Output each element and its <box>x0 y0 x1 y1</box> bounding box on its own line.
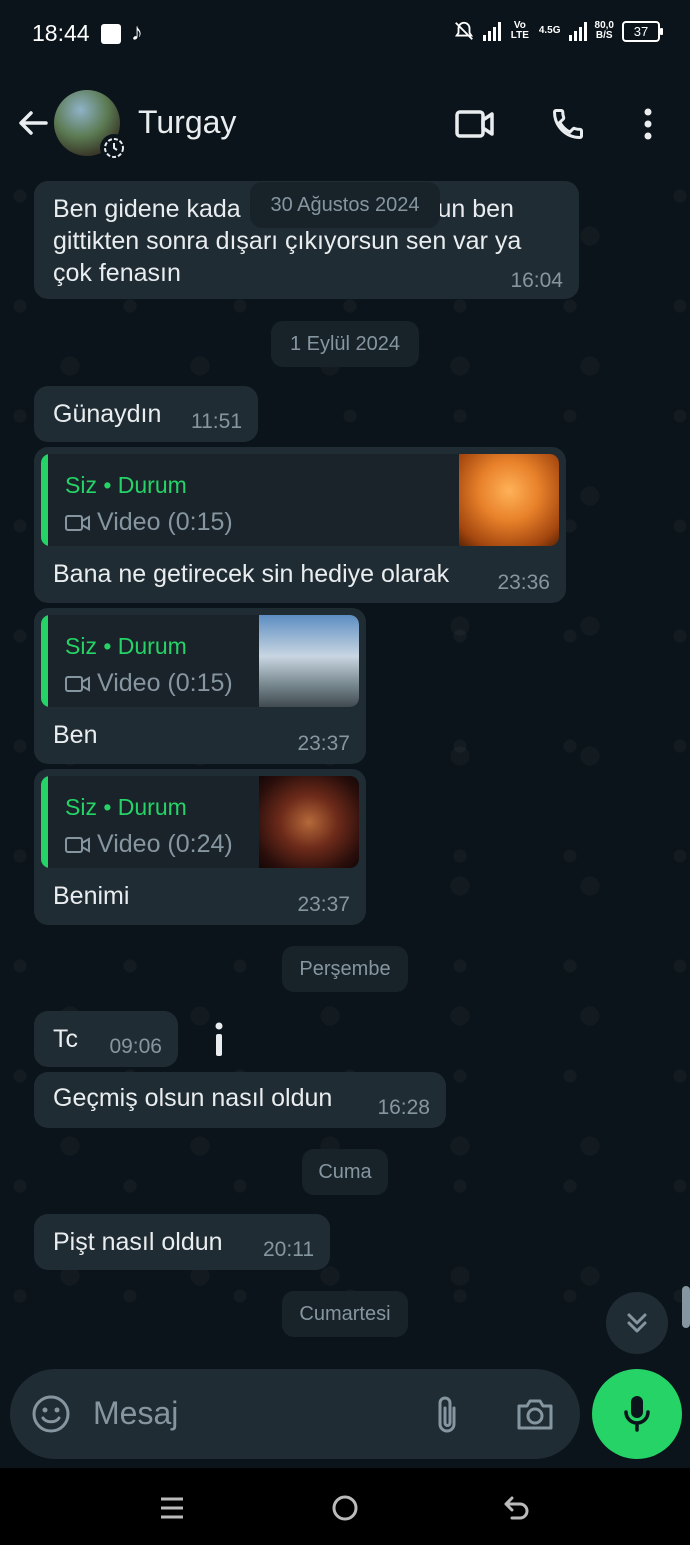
message-text: Günaydın <box>53 400 162 428</box>
scroll-down-icon <box>627 1313 647 1333</box>
emoji-button[interactable] <box>28 1391 74 1437</box>
quote-video: Video (0:15) <box>65 508 233 537</box>
status-bar: 18:44 ♪ Vo LTE 4.5G 80,0 B/S 37 <box>0 0 690 70</box>
message-text: Ben <box>53 721 98 749</box>
more-options-button[interactable] <box>628 104 668 144</box>
status-icons: Vo LTE 4.5G 80,0 B/S 37 <box>453 20 663 42</box>
mic-button[interactable] <box>592 1369 682 1459</box>
quote-video: Video (0:15) <box>65 669 233 698</box>
chat-header: Turgay <box>0 70 690 176</box>
quoted-status[interactable]: Siz • Durum Video (0:15) <box>41 615 359 707</box>
recents-button[interactable] <box>152 1488 192 1528</box>
message-text: Ben gidene kada <box>53 195 241 223</box>
message-time: 16:04 <box>510 269 563 292</box>
date-chip: 1 Eylül 2024 <box>271 321 419 367</box>
mute-bell-icon <box>454 21 473 40</box>
message-bubble[interactable]: Günaydın 11:51 <box>34 386 258 442</box>
message-time: 11:51 <box>191 410 242 433</box>
message-input[interactable]: Mesaj <box>93 1395 178 1432</box>
more-vert-icon <box>644 108 652 140</box>
info-icon <box>215 1022 223 1056</box>
battery-icon: 37 <box>622 20 663 42</box>
chat-area[interactable]: Ben gidene kada sun ben gittikten sonra … <box>0 176 690 1368</box>
message-time: 20:11 <box>263 1238 314 1261</box>
status-time: 18:44 <box>32 20 90 46</box>
message-text: Bana ne getirecek sin hediye olarak <box>53 560 450 588</box>
system-nav-bar <box>0 1468 690 1545</box>
back-nav-icon <box>504 1496 529 1520</box>
phone-icon <box>552 109 583 140</box>
quote-bar <box>41 615 48 707</box>
scrollbar[interactable] <box>682 1286 690 1328</box>
quote-video: Video (0:24) <box>65 830 233 859</box>
voice-call-button[interactable] <box>548 104 588 144</box>
quote-author: Siz • Durum <box>65 472 187 498</box>
nav-back-button[interactable] <box>497 1488 537 1528</box>
home-button[interactable] <box>325 1488 365 1528</box>
attach-button[interactable] <box>424 1391 470 1437</box>
back-button[interactable] <box>16 106 50 140</box>
video-call-icon <box>455 110 494 138</box>
net-label: Vo LTE <box>510 20 529 41</box>
home-nav-icon <box>332 1495 358 1521</box>
battery-level: 37 <box>633 23 649 39</box>
quote-bar <box>41 454 48 546</box>
quote-video-label: Video (0:15) <box>97 508 233 536</box>
message-text: Benimi <box>53 882 130 910</box>
message-text: Geçmiş olsun nasıl oldun <box>53 1084 333 1112</box>
quote-video-label: Video (0:24) <box>97 830 233 858</box>
message-time: 23:37 <box>297 893 350 916</box>
message-text: Tc <box>53 1025 78 1053</box>
camera-button[interactable] <box>512 1391 558 1437</box>
scroll-down-button[interactable] <box>606 1292 668 1354</box>
video-thumbnail <box>259 615 359 707</box>
message-text: Pişt nasıl oldun <box>53 1228 223 1256</box>
message-text-line3: çok fenasın <box>53 259 181 287</box>
quote-bar <box>41 776 48 868</box>
date-chip: Cumartesi <box>282 1291 408 1337</box>
message-time: 23:36 <box>497 571 550 594</box>
notification-icon <box>101 24 121 44</box>
attach-icon <box>438 1396 456 1433</box>
message-composer: Mesaj <box>10 1369 580 1459</box>
speed: 80,0 B/S <box>595 21 614 41</box>
message-time: 23:37 <box>297 732 350 755</box>
video-icon <box>65 836 90 853</box>
video-call-button[interactable] <box>455 104 495 144</box>
tiktok-icon: ♪ <box>131 19 143 46</box>
signal-icon <box>482 21 501 41</box>
message-bubble[interactable]: Geçmiş olsun nasıl oldun 16:28 <box>34 1072 446 1128</box>
quote-author: Siz • Durum <box>65 794 187 820</box>
contact-name[interactable]: Turgay <box>138 104 236 141</box>
speed-unit: B/S <box>595 30 613 41</box>
message-bubble[interactable]: Tc 09:06 <box>34 1011 178 1067</box>
disappearing-timer-icon <box>100 134 128 162</box>
message-time: 16:28 <box>377 1096 430 1119</box>
date-chip: Perşembe <box>282 946 408 992</box>
date-chip: Cuma <box>302 1149 388 1195</box>
quote-video-label: Video (0:15) <box>97 669 233 697</box>
menu-nav-icon <box>161 1497 183 1519</box>
video-thumbnail <box>259 776 359 868</box>
net-type: 4.5G <box>538 25 561 36</box>
quoted-status[interactable]: Siz • Durum Video (0:15) <box>41 454 559 546</box>
camera-icon <box>517 1399 553 1430</box>
quote-author: Siz • Durum <box>65 633 187 659</box>
video-thumbnail <box>459 454 559 546</box>
message-bubble[interactable]: Siz • Durum Video (0:15) Ben 23:37 <box>34 608 366 764</box>
message-text-line2: gittikten sonra dışarı çıkıyorsun sen va… <box>53 227 522 255</box>
date-chip: 30 Ağustos 2024 <box>250 182 440 228</box>
back-arrow-icon <box>19 111 48 135</box>
video-icon <box>65 675 90 692</box>
message-time: 09:06 <box>109 1035 162 1058</box>
message-bubble[interactable]: Siz • Durum Video (0:15) Bana ne getirec… <box>34 447 566 603</box>
signal-icon-2 <box>568 21 587 41</box>
emoji-icon <box>32 1395 70 1433</box>
video-icon <box>65 514 90 531</box>
quoted-status[interactable]: Siz • Durum Video (0:24) <box>41 776 359 868</box>
mic-icon <box>624 1396 650 1432</box>
message-bubble[interactable]: Siz • Durum Video (0:24) Benimi 23:37 <box>34 769 366 925</box>
message-bubble[interactable]: Pişt nasıl oldun 20:11 <box>34 1214 330 1270</box>
